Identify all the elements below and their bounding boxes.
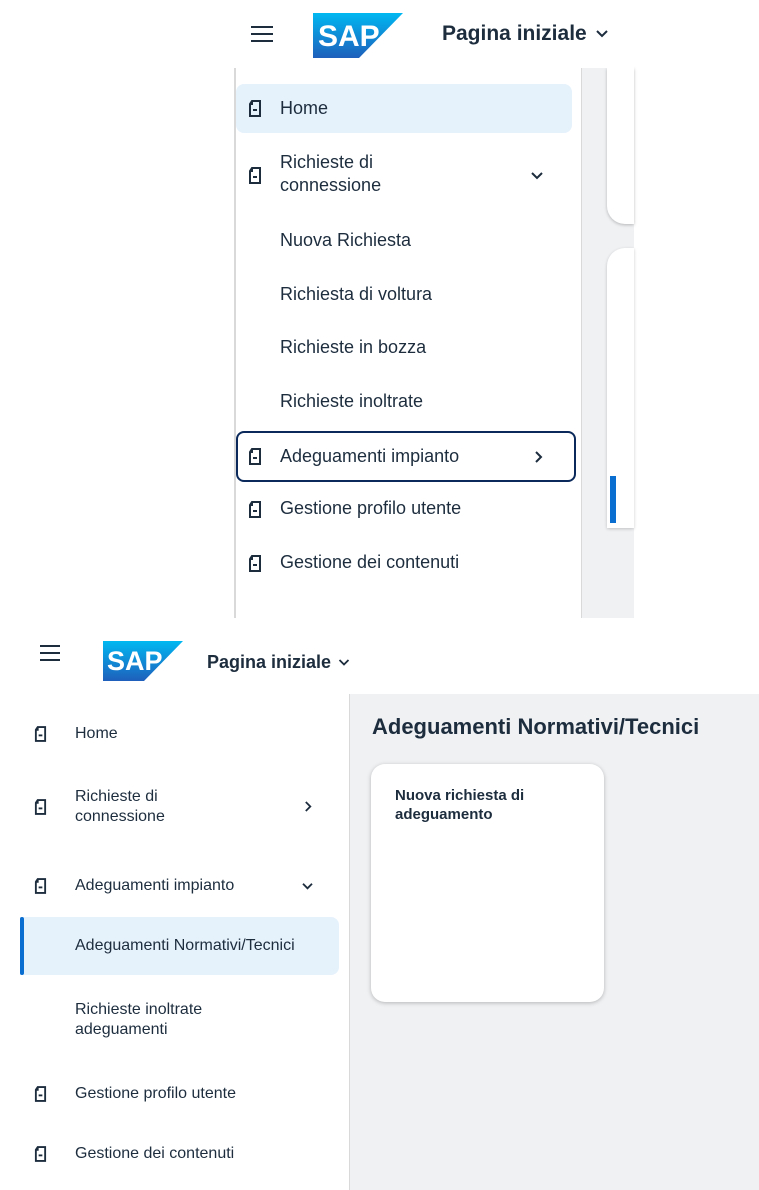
card-fragment — [607, 68, 634, 224]
nav-item-gestione-profilo-utente[interactable]: Gestione profilo utente — [0, 1072, 340, 1116]
sap-logo: SAP — [103, 641, 183, 681]
nav-subitem-adeguamenti-normativi-tecnici[interactable]: Adeguamenti Normativi/Tecnici — [20, 917, 339, 975]
nav-item-adeguamenti-impianto[interactable]: Adeguamenti impianto — [0, 864, 340, 908]
nav-item-gestione-profilo-utente[interactable]: Gestione profilo utente — [236, 486, 572, 532]
svg-text:SAP: SAP — [107, 646, 163, 676]
shell-title[interactable]: Pagina iniziale — [442, 20, 609, 48]
nav-item-richieste-di-connessione[interactable]: Richieste di connessione — [236, 147, 572, 204]
nav-subitem-richieste-in-bozza[interactable]: Richieste in bozza — [236, 325, 572, 371]
chevron-right-icon[interactable] — [304, 800, 313, 813]
nav-subitem-richieste-inoltrate-adeguamenti[interactable]: Richieste inoltrate adeguamenti — [0, 992, 340, 1048]
chevron-down-icon[interactable] — [301, 882, 314, 891]
nav-item-label-line1: Richieste di — [280, 152, 374, 172]
document-icon — [34, 1086, 47, 1102]
nav-item-label: Richieste inoltrate adeguamenti — [75, 1000, 202, 1040]
document-icon — [249, 100, 261, 117]
side-navigation: Home Richieste di connessione Nuova Rich… — [236, 68, 581, 618]
nav-item-label-line1: Richieste di — [75, 788, 158, 805]
nav-subitem-richieste-inoltrate[interactable]: Richieste inoltrate — [236, 379, 572, 425]
document-icon — [34, 1146, 47, 1162]
nav-item-home[interactable]: Home — [0, 712, 340, 756]
chevron-down-icon — [596, 30, 608, 38]
page-title: Adeguamenti Normativi/Tecnici — [372, 714, 700, 739]
selection-indicator — [20, 917, 24, 975]
tile-nuova-richiesta-di-adeguamento[interactable]: Nuova richiesta di adeguamento — [371, 764, 604, 1002]
hamburger-icon[interactable] — [251, 26, 273, 42]
nav-item-label: Adeguamenti Normativi/Tecnici — [75, 937, 295, 954]
nav-item-label: Richieste di connessione — [280, 151, 381, 197]
nav-item-label: Home — [280, 98, 329, 118]
nav-item-label: Nuova Richiesta — [280, 230, 412, 250]
nav-item-label-line2: connessione — [75, 808, 165, 825]
sap-logo: SAP — [313, 13, 403, 58]
document-icon — [249, 501, 261, 518]
nav-item-richieste-di-connessione[interactable]: Richieste di connessione — [0, 780, 340, 834]
divider — [581, 68, 582, 618]
nav-item-label: Gestione profilo utente — [75, 1085, 236, 1102]
main-content: Adeguamenti Normativi/Tecnici Nuova rich… — [350, 694, 759, 1190]
svg-text:SAP: SAP — [318, 20, 380, 53]
nav-item-label: Richieste in bozza — [280, 337, 427, 357]
nav-item-label-line1: Richieste inoltrate — [75, 1001, 203, 1018]
tile-title-line2: adeguamento — [395, 806, 493, 823]
tile-title: Nuova richiesta di adeguamento — [395, 786, 524, 824]
nav-item-label: Richieste inoltrate — [280, 391, 424, 411]
shell-title-text: Pagina iniziale — [207, 651, 332, 672]
nav-item-label: Gestione profilo utente — [280, 498, 462, 518]
nav-item-label-line2: adeguamenti — [75, 1021, 168, 1038]
nav-item-gestione-dei-contenuti[interactable]: Gestione dei contenuti — [236, 540, 572, 586]
chevron-right-icon[interactable] — [534, 450, 544, 464]
document-icon — [249, 555, 261, 572]
nav-item-label: Richieste di connessione — [75, 787, 165, 827]
nav-item-label: Home — [75, 725, 118, 742]
document-icon — [249, 448, 261, 465]
selection-indicator — [610, 476, 616, 523]
document-icon — [34, 878, 47, 894]
nav-subitem-richiesta-di-voltura[interactable]: Richiesta di voltura — [236, 272, 572, 318]
nav-item-adeguamenti-impianto[interactable]: Adeguamenti impianto — [236, 431, 576, 482]
nav-item-label: Adeguamenti impianto — [280, 446, 460, 466]
hamburger-icon[interactable] — [40, 645, 60, 661]
shell-bar: SAP Pagina iniziale — [234, 0, 634, 68]
nav-item-home[interactable]: Home — [236, 84, 572, 133]
nav-item-label: Richiesta di voltura — [280, 284, 433, 304]
document-icon — [249, 167, 261, 184]
shell-bar: SAP Pagina iniziale — [0, 618, 759, 694]
nav-item-label: Gestione dei contenuti — [75, 1145, 235, 1162]
nav-subitem-nuova-richiesta[interactable]: Nuova Richiesta — [236, 218, 572, 264]
shell-title[interactable]: Pagina iniziale — [207, 650, 350, 674]
chevron-down-icon — [338, 658, 350, 666]
tile-title-line1: Nuova richiesta di — [395, 787, 525, 804]
nav-item-gestione-dei-contenuti[interactable]: Gestione dei contenuti — [0, 1132, 340, 1176]
document-icon — [34, 726, 47, 742]
top-screenshot: SAP Pagina iniziale Home Richieste di co… — [234, 0, 634, 618]
side-navigation: Home Richieste di connessione Adeguament… — [0, 694, 350, 1190]
document-icon — [34, 799, 47, 815]
nav-item-label: Gestione dei contenuti — [280, 552, 460, 572]
nav-item-label-line2: connessione — [280, 175, 382, 195]
chevron-down-icon[interactable] — [530, 171, 544, 181]
shell-title-text: Pagina iniziale — [442, 22, 587, 45]
bottom-screenshot: SAP Pagina iniziale Home Richieste di co… — [0, 618, 759, 1190]
nav-item-label: Adeguamenti impianto — [75, 877, 235, 894]
